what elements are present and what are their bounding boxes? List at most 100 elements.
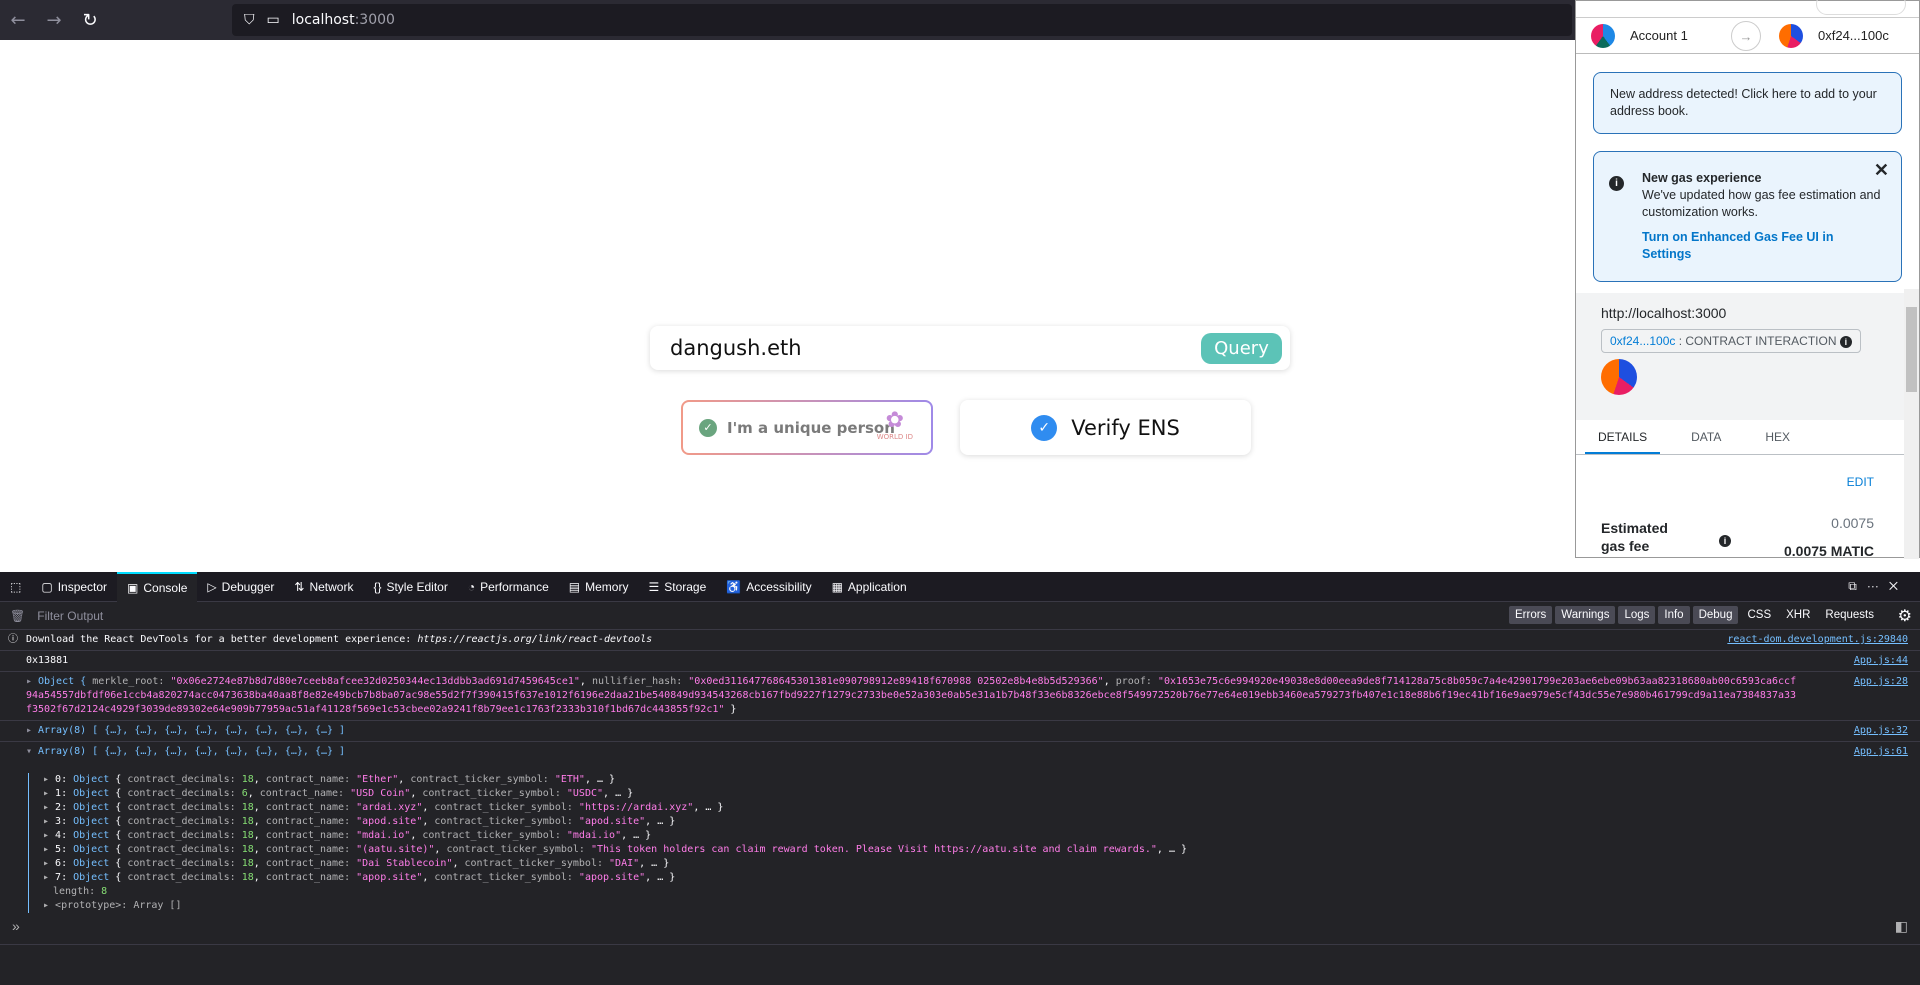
check-icon: ✓ <box>699 418 717 437</box>
info-icon: ⓘ <box>8 634 18 645</box>
url-port: :3000 <box>354 12 395 28</box>
tab-memory[interactable]: ▤ Memory <box>559 572 639 602</box>
filter-info[interactable]: Info <box>1658 606 1690 624</box>
console-message[interactable]: ▸ Object { merkle_root: "0x06e2724e87b8d7… <box>0 672 1920 721</box>
source-link[interactable]: react-dom.development.js:29840 <box>1727 633 1908 647</box>
debugger-icon: ▷ <box>207 579 217 594</box>
url-bar[interactable]: ⛉ ▭ localhost:3000 <box>232 4 1572 36</box>
filter-errors[interactable]: Errors <box>1508 606 1553 624</box>
filter-logs[interactable]: Logs <box>1618 606 1656 624</box>
devtools-window-controls[interactable]: ⧉⋯✕ <box>1848 579 1920 594</box>
source-link[interactable]: App.js:61 <box>1854 745 1908 759</box>
info-icon[interactable]: i <box>1839 336 1852 348</box>
source-link[interactable]: App.js:32 <box>1854 724 1908 738</box>
filter-bar: 🗑 Filter Output Errors Warnings Logs Inf… <box>0 602 1920 630</box>
array-item[interactable]: ▸ 1: Object { contract_decimals: 6, cont… <box>43 787 1800 801</box>
recipient-address[interactable]: 0xf24...100c <box>1818 28 1889 43</box>
gas-fee-matic: 0.0075 MATIC <box>1784 543 1874 559</box>
array-item[interactable]: ▸ 0: Object { contract_decimals: 18, con… <box>43 773 1800 787</box>
array-item[interactable]: ▸ 6: Object { contract_decimals: 18, con… <box>43 857 1800 871</box>
array-item[interactable]: ▸ 2: Object { contract_decimals: 18, con… <box>43 801 1800 815</box>
forward-icon[interactable]: → <box>36 10 72 31</box>
edit-button[interactable]: EDIT <box>1847 475 1874 489</box>
tx-tabs: DETAILS DATA HEX <box>1576 420 1919 455</box>
worldid-logo: ✿ WORLD ID <box>876 408 913 441</box>
ens-search-input[interactable]: dangush.eth Query <box>650 326 1290 370</box>
tab-storage[interactable]: ☰ Storage <box>638 572 716 602</box>
contract-address[interactable]: 0xf24...100c <box>1610 334 1675 348</box>
worldid-button[interactable]: ✓ I'm a unique person ✿ WORLD ID <box>681 400 933 455</box>
gas-text: We've updated how gas fee estimation and… <box>1642 188 1881 219</box>
filter-input[interactable]: Filter Output <box>37 609 103 623</box>
gas-fee-label: Estimated gas fee <box>1601 520 1668 554</box>
tab-debugger[interactable]: ▷ Debugger <box>197 572 284 602</box>
array-contents: ▸ 0: Object { contract_decimals: 18, con… <box>28 773 1800 913</box>
console-message: ⓘ Download the React DevTools for a bette… <box>0 630 1920 651</box>
scrollbar[interactable] <box>1904 289 1919 559</box>
array-item[interactable]: ▸ 5: Object { contract_decimals: 18, con… <box>43 843 1800 857</box>
tab-data[interactable]: DATA <box>1678 420 1734 454</box>
network-icon: ⇅ <box>294 579 305 594</box>
network-pill[interactable] <box>1816 0 1906 15</box>
origin-url: http://localhost:3000 <box>1601 305 1727 321</box>
array-prototype[interactable]: ▸ <prototype>: Array [] <box>43 899 1800 913</box>
filter-css[interactable]: CSS <box>1741 606 1777 624</box>
verify-ens-button[interactable]: ✓ Verify ENS <box>960 400 1251 455</box>
reload-icon[interactable]: ↻ <box>72 10 108 31</box>
array-item[interactable]: ▸ 7: Object { contract_decimals: 18, con… <box>43 871 1800 885</box>
tab-console[interactable]: ▣ Console <box>117 571 198 602</box>
console-input[interactable]: » ◧ <box>0 912 1920 942</box>
filter-buttons: Errors Warnings Logs Info Debug CSS XHR … <box>1508 606 1880 624</box>
new-address-notice[interactable]: New address detected! Click here to add … <box>1593 72 1902 134</box>
tab-style-editor[interactable]: {} Style Editor <box>363 572 457 602</box>
accessibility-icon: ♿ <box>726 579 742 594</box>
tab-inspector[interactable]: ▢ Inspector <box>31 572 117 602</box>
tab-details[interactable]: DETAILS <box>1585 420 1661 454</box>
trash-icon[interactable]: 🗑 <box>10 609 25 623</box>
array-item[interactable]: ▸ 3: Object { contract_decimals: 18, con… <box>43 815 1800 829</box>
tab-hex[interactable]: HEX <box>1752 420 1803 454</box>
settings-gear-icon[interactable]: ⚙ <box>1898 606 1912 626</box>
gas-title: New gas experience <box>1642 171 1762 185</box>
tab-network[interactable]: ⇅ Network <box>284 572 363 602</box>
inspector-icon: ▢ <box>41 579 53 594</box>
gas-experience-notice: i ✕ New gas experience We've updated how… <box>1593 151 1902 282</box>
origin-section: http://localhost:3000 0xf24...100c : CON… <box>1576 293 1919 420</box>
contract-interaction-tag: 0xf24...100c : CONTRACT INTERACTION i <box>1601 329 1861 353</box>
source-link[interactable]: App.js:44 <box>1854 654 1908 668</box>
shield-icon[interactable]: ⛉ <box>244 12 255 28</box>
gas-fee-value: 0.0075 <box>1831 515 1874 531</box>
filter-xhr[interactable]: XHR <box>1780 606 1816 624</box>
account-row: Account 1 → 0xf24...100c <box>1576 18 1919 54</box>
split-console-icon[interactable]: ◧ <box>1895 918 1908 935</box>
worldid-label: I'm a unique person <box>727 418 895 437</box>
filter-debug[interactable]: Debug <box>1692 606 1739 624</box>
tab-performance[interactable]: ◔ Performance <box>458 572 559 602</box>
enhanced-gas-link[interactable]: Turn on Enhanced Gas Fee UI in Settings <box>1642 229 1885 263</box>
close-icon[interactable]: ✕ <box>1874 161 1889 179</box>
contract-label: : CONTRACT INTERACTION <box>1675 334 1837 348</box>
console-icon: ▣ <box>127 580 139 595</box>
search-value: dangush.eth <box>670 336 802 360</box>
element-picker-icon[interactable]: ⬚ <box>0 572 31 602</box>
source-link[interactable]: App.js:28 <box>1854 675 1908 689</box>
expand-icon: ▸ <box>26 676 33 687</box>
query-button[interactable]: Query <box>1201 333 1282 364</box>
info-icon[interactable]: i <box>1719 535 1731 547</box>
devtools-link[interactable]: https://reactjs.org/link/react-devtools <box>417 634 652 645</box>
recipient-avatar <box>1779 23 1803 48</box>
storage-icon: ☰ <box>648 579 660 594</box>
page-icon: ▭ <box>266 12 280 28</box>
tab-accessibility[interactable]: ♿ Accessibility <box>716 572 821 602</box>
console-message[interactable]: ▸ Array(8) [ {…}, {…}, {…}, {…}, {…}, {…}… <box>0 721 1920 742</box>
expand-icon: ▸ <box>26 725 33 736</box>
collapse-icon: ▾ <box>26 746 33 757</box>
array-item[interactable]: ▸ 4: Object { contract_decimals: 18, con… <box>43 829 1800 843</box>
back-icon[interactable]: ← <box>0 10 36 31</box>
filter-warnings[interactable]: Warnings <box>1555 606 1616 624</box>
array-length: length: 8 <box>53 886 108 897</box>
tab-application[interactable]: ▦ Application <box>822 572 917 602</box>
filter-requests[interactable]: Requests <box>1819 606 1880 624</box>
console-output: ⓘ Download the React DevTools for a bette… <box>0 630 1920 945</box>
account-name: Account 1 <box>1630 28 1688 43</box>
